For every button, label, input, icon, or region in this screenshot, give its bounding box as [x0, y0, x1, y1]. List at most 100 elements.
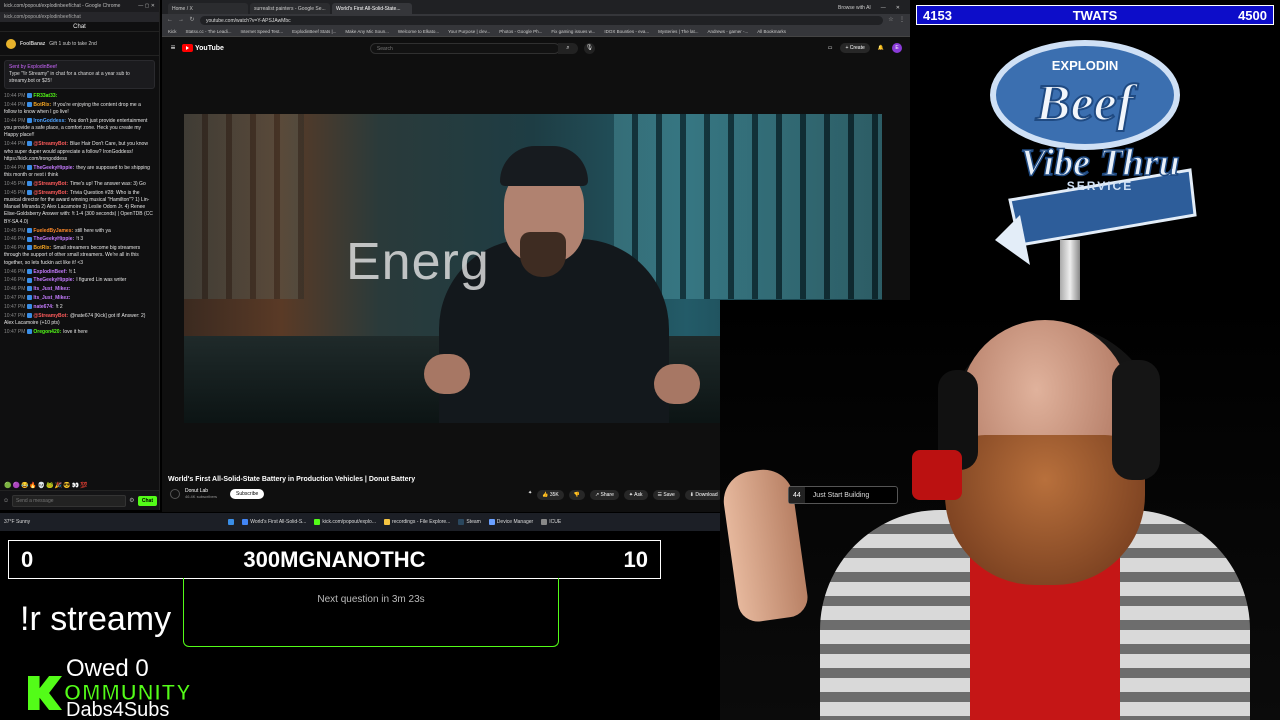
url-input[interactable]: youtube.com/watch?v=Y-APSJAwMbc [200, 15, 883, 25]
chat-username[interactable]: TheGeekyHippie: [33, 277, 74, 283]
chat-username[interactable]: BotRix: [33, 245, 51, 251]
logo-main-text: Beef [1035, 75, 1139, 132]
chat-username[interactable]: IronGoddess: [33, 118, 66, 124]
chat-username[interactable]: @StreamyBot: [33, 190, 68, 196]
notifications-bell-icon[interactable]: 🔔 [878, 45, 884, 51]
taskbar-app-label: kick.com/popout/explo... [322, 519, 376, 525]
menu-dots-icon[interactable]: ⋮ [899, 17, 905, 23]
emoji-icon[interactable]: ☺ [3, 498, 9, 504]
search-icon[interactable]: ⌕ [557, 42, 578, 54]
taskbar-app-label: Steam [466, 519, 481, 525]
bookmark-item[interactable]: Kick [168, 29, 177, 34]
tab-home-x[interactable]: Home / X [168, 3, 248, 14]
close-button[interactable]: ✕ [896, 5, 900, 11]
reload-icon[interactable]: ↻ [189, 17, 195, 23]
windows-icon [228, 519, 235, 525]
chat-username[interactable]: Its_Just_Mikez: [33, 286, 70, 292]
chat-message: 10:45 PM FueledByJames: still here with ya [4, 228, 155, 235]
microphone-icon[interactable]: 🎙 [583, 42, 595, 54]
dislike-button[interactable]: 👎 [568, 490, 585, 500]
share-button[interactable]: ↗ Share [589, 490, 619, 500]
chat-url-bar[interactable]: kick.com/popout/explodinbeef/chat [0, 12, 159, 22]
chat-window-title: kick.com/popout/explodinbeef/chat - Goog… [4, 3, 121, 9]
chat-username[interactable]: FueledByJames: [33, 228, 73, 234]
chat-header: Chat [0, 22, 159, 32]
chat-send-button[interactable]: Chat [137, 495, 157, 506]
tab-youtube-video[interactable]: World's First All-Solid-State... [332, 3, 412, 14]
chat-username[interactable]: FR33at33: [33, 93, 57, 99]
video-title: World's First All-Solid-State Battery in… [168, 476, 416, 483]
taskbar-app[interactable]: kick.com/popout/explo... [314, 519, 376, 525]
bookmark-item[interactable]: All Bookmarks [757, 29, 786, 34]
download-button[interactable]: ⬇ Download [684, 490, 723, 500]
chat-message-time: 10:46 PM [4, 286, 26, 293]
star-icon[interactable]: ☆ [888, 17, 894, 23]
youtube-play-icon [182, 44, 193, 52]
youtube-logo[interactable]: YouTube [182, 44, 224, 52]
badge-icon [27, 328, 33, 334]
taskbar-app[interactable]: World's First All-Solid-S... [242, 519, 306, 525]
minimize-button[interactable]: — [881, 5, 886, 11]
subscribe-button[interactable]: Subscribe [230, 488, 265, 499]
chat-message-time: 10:47 PM [4, 328, 26, 335]
bookmark-item[interactable]: Statsx.cc - The Leadi... [186, 29, 232, 34]
chat-username[interactable]: @StreamyBot: [33, 181, 68, 187]
bookmark-item[interactable]: ExplodinBeef Stats |... [292, 29, 336, 34]
emote-bar[interactable]: 🟢🟣😂🔥💀🐸🎉😎👀💯 [4, 482, 89, 489]
browse-with-ai-button[interactable]: Browse with AI [838, 5, 871, 11]
chat-username[interactable]: nate674: [33, 304, 53, 310]
bookmark-item[interactable]: Andrews - gamer -... [707, 29, 748, 34]
bookmark-item[interactable]: Fix gaming issues w... [551, 29, 595, 34]
chat-username[interactable]: Its_Just_Mikez: [33, 295, 70, 301]
top-title: TWATS [1072, 7, 1118, 23]
bookmark-item[interactable]: Photos - Google Ph... [499, 29, 542, 34]
taskbar-app[interactable]: ICUE [541, 519, 561, 525]
weather-widget[interactable]: 37°F Sunny [4, 519, 30, 525]
just-start-building-widget: 44 Just Start Building [788, 486, 898, 504]
chat-username[interactable]: TheGeekyHippie: [33, 165, 74, 171]
just-start-number: 44 [789, 487, 805, 503]
chat-username[interactable]: Oregon420: [33, 329, 61, 335]
taskbar-app[interactable]: Steam [458, 519, 481, 525]
bookmark-item[interactable]: Your Purpose | clev... [448, 29, 490, 34]
avatar[interactable]: E [892, 43, 902, 53]
bookmark-item[interactable]: Make Any Mic Soun... [345, 29, 389, 34]
badge-icon [27, 286, 33, 292]
chat-message-time: 10:46 PM [4, 245, 26, 252]
chat-message: 10:47 PM Oregon420: love it here [4, 329, 155, 336]
settings-icon[interactable]: ⚙ [129, 498, 135, 504]
channel-avatar[interactable] [170, 488, 180, 499]
create-button[interactable]: + Create [840, 43, 870, 53]
youtube-search-input[interactable]: Search [369, 42, 560, 54]
taskbar-app[interactable]: Device Manager [488, 519, 533, 525]
ask-button[interactable]: ✦ Ask [623, 490, 648, 500]
chat-message-input[interactable] [12, 494, 126, 507]
save-button[interactable]: ☰ Save [652, 490, 680, 500]
tab-google-search[interactable]: surrealist painters - Google Se... [250, 3, 330, 14]
app-icon [458, 519, 465, 525]
bookmark-item[interactable]: IDOX Bounties - eva... [604, 29, 649, 34]
chat-username[interactable]: ExplodinBeef: [33, 269, 67, 275]
gift-banner[interactable]: FoolBanaz Gift 1 sub to take 2nd [0, 32, 159, 56]
bookmark-item[interactable]: Internet Speed Test... [240, 29, 283, 34]
chat-username[interactable]: TheGeekyHippie: [33, 236, 74, 242]
like-button[interactable]: 👍 35K [537, 490, 564, 500]
chat-message-time: 10:44 PM [4, 101, 26, 108]
start-button[interactable] [228, 519, 235, 525]
gift-text: Gift 1 sub to take 2nd [49, 40, 97, 47]
back-icon[interactable]: ← [167, 17, 173, 23]
bookmark-item[interactable]: Mysteries | The lat... [658, 29, 698, 34]
chat-message: 10:44 PM IronGoddess: You don't just provi… [4, 118, 155, 140]
cast-icon[interactable]: ▭ [828, 45, 833, 51]
ai-sparkle-icon[interactable]: ✦ [528, 490, 532, 500]
kick-logo-icon [28, 676, 62, 710]
bookmark-item[interactable]: Welcome to Elkato... [398, 29, 439, 34]
window-controls[interactable]: — ▢ ✕ [138, 3, 155, 9]
forward-icon[interactable]: → [178, 17, 184, 23]
chat-username[interactable]: @StreamyBot: [33, 141, 68, 147]
chat-username[interactable]: BotRix: [33, 102, 51, 108]
taskbar-app[interactable]: recordings - File Explore... [383, 519, 450, 525]
hamburger-menu-icon[interactable]: ≡ [170, 44, 176, 52]
chat-username[interactable]: @StreamyBot: [33, 313, 68, 319]
video-windows-left [184, 114, 304, 300]
